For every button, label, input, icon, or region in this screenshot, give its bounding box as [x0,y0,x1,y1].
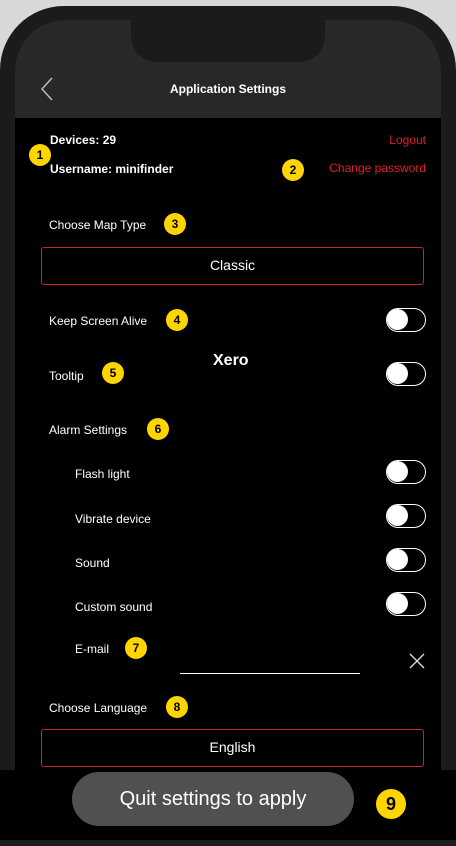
flash-light-label: Flash light [75,467,130,481]
toggle-knob [387,363,408,384]
devices-count: Devices: 29 [50,133,117,147]
email-input-underline [180,673,360,674]
page-title: Application Settings [169,82,286,96]
header-bar: Application Settings [15,20,441,118]
toggle-knob [387,505,408,526]
keep-screen-alive-label: Keep Screen Alive [49,314,148,328]
clear-icon[interactable] [408,652,426,670]
language-label: Choose Language [49,701,148,715]
toggle-knob [387,549,408,570]
language-select[interactable]: English [41,729,424,767]
annotation-badge-5: 5 [102,362,124,384]
toast-message: Quit settings to apply [72,772,354,826]
map-type-select[interactable]: Classic [41,247,424,285]
sound-label: Sound [75,556,110,570]
app-screen: Application Settings Devices: 29 Usernam… [15,20,441,834]
vibrate-device-toggle[interactable] [386,504,426,528]
tooltip-toggle[interactable] [386,362,426,386]
toggle-knob [387,461,408,482]
username-label: Username: minifinder [50,162,174,176]
change-password-link[interactable]: Change password [329,161,426,175]
flash-light-toggle[interactable] [386,460,426,484]
toggle-knob [387,309,408,330]
annotation-badge-4: 4 [166,309,188,331]
email-label: E-mail [75,642,110,656]
sound-toggle[interactable] [386,548,426,572]
logout-link[interactable]: Logout [389,133,426,147]
tooltip-label: Tooltip [49,369,84,383]
annotation-badge-2: 2 [282,159,304,181]
toggle-knob [387,593,408,614]
map-type-label: Choose Map Type [49,218,147,232]
custom-sound-label: Custom sound [75,600,153,614]
annotation-badge-1: 1 [29,144,51,166]
annotation-badge-9: 9 [375,788,407,820]
keep-screen-alive-toggle[interactable] [386,308,426,332]
annotation-badge-3: 3 [164,213,186,235]
custom-sound-toggle[interactable] [386,592,426,616]
watermark-text: Xero [213,352,249,369]
alarm-settings-label: Alarm Settings [49,423,128,437]
vibrate-device-label: Vibrate device [75,512,151,526]
annotation-badge-8: 8 [166,696,188,718]
phone-notch [131,20,325,62]
annotation-badge-7: 7 [125,637,147,659]
annotation-badge-6: 6 [147,418,169,440]
